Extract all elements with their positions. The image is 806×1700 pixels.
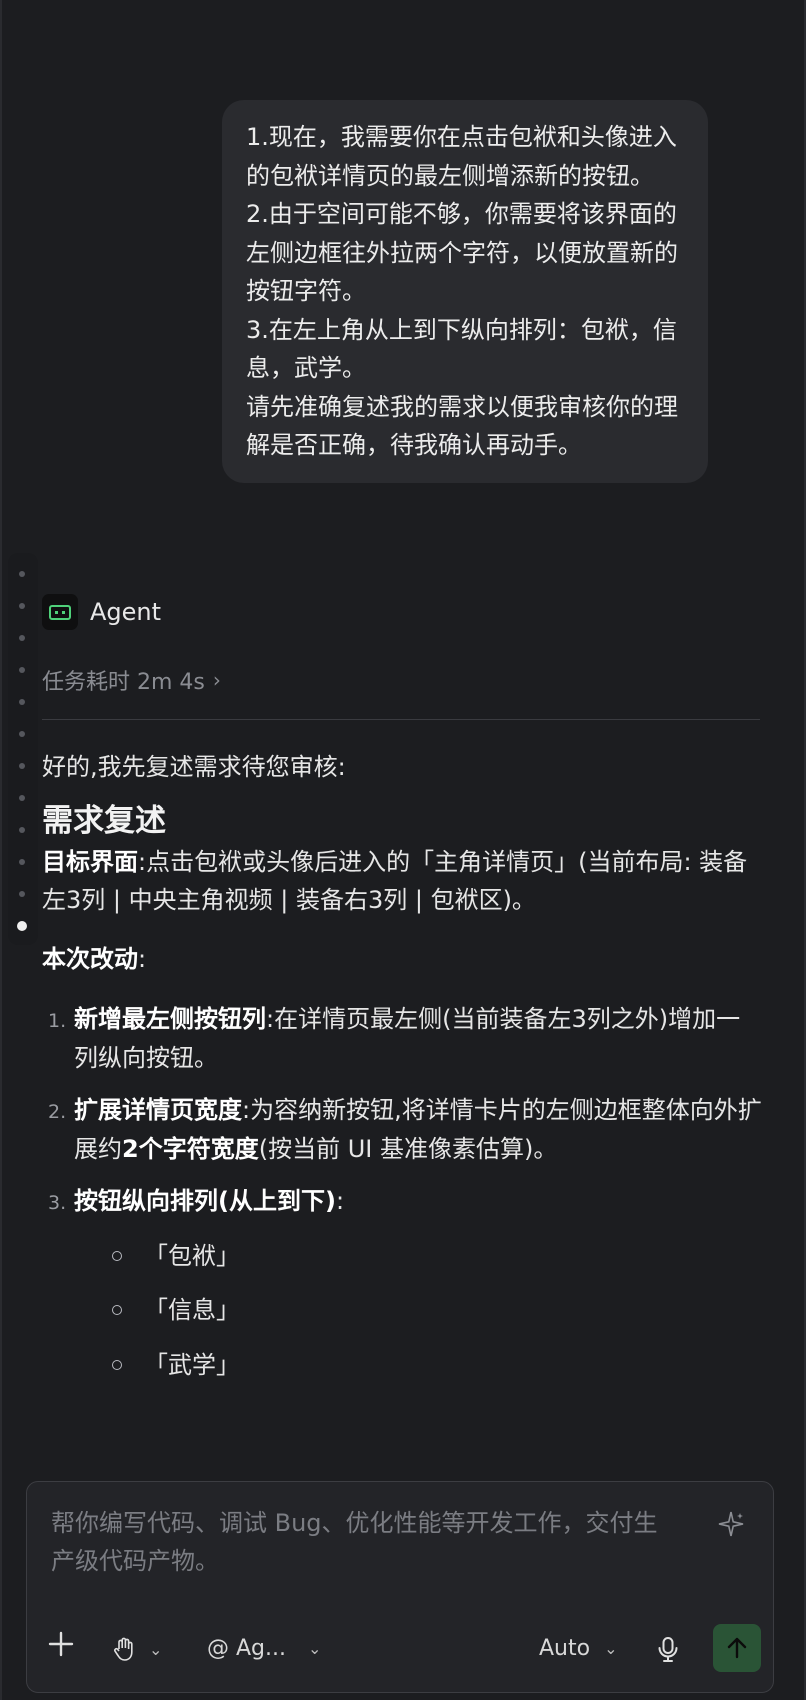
chat-composer[interactable]: 帮你编写代码、调试 Bug、优化性能等开发工作，交付生产级代码产物。 ⌄ @ A…: [26, 1481, 774, 1693]
item-bold: 新增最左侧按钮列: [74, 1005, 266, 1033]
target-text: :点击包袱或头像后进入的「主角详情页」(当前布局: 装备左3列 | 中央主角视频…: [42, 847, 748, 915]
item-text: :: [335, 1187, 345, 1215]
hand-icon: [114, 1637, 133, 1661]
circle-bullet-icon: [112, 1250, 122, 1261]
sub-item-text: 「武学」: [144, 1350, 240, 1379]
changes-list: 1. 新增最左侧按钮列:在详情页最左侧(当前装备左3列之外)增加一列纵向按钮。 …: [42, 1000, 762, 1384]
response-intro: 好的,我先复述需求待您审核:: [42, 753, 346, 781]
agent-response: 好的,我先复述需求待您审核: 需求复述 目标界面:点击包袱或头像后进入的「主角详…: [42, 748, 762, 1400]
user-message-line: 2.由于空间可能不够，你需要将该界面的左侧边框往外拉两个字符，以便放置新的按钮字…: [246, 200, 678, 305]
timeline-dot[interactable]: [19, 699, 25, 705]
timeline-dot[interactable]: [19, 571, 25, 577]
list-number: 3.: [48, 1192, 67, 1214]
agent-name: Agent: [90, 598, 162, 626]
model-selector[interactable]: Auto ⌄: [539, 1636, 618, 1661]
task-duration-label: 任务耗时 2m 4s: [42, 670, 205, 695]
list-item: 1. 新增最左侧按钮列:在详情页最左侧(当前装备左3列之外)增加一列纵向按钮。: [42, 1000, 762, 1077]
sub-item-text: 「信息」: [144, 1296, 240, 1324]
timeline-dot[interactable]: [19, 891, 25, 897]
voice-input-button[interactable]: [657, 1636, 679, 1664]
sub-list-item: 「信息」: [74, 1291, 762, 1330]
sparkle-icon[interactable]: [717, 1510, 745, 1546]
timeline-dot[interactable]: [19, 763, 25, 769]
add-attachment-button[interactable]: [47, 1630, 75, 1658]
sub-list-item: 「武学」: [74, 1346, 762, 1385]
changes-label: 本次改动: [42, 944, 138, 973]
timeline-dot[interactable]: [19, 635, 25, 641]
agent-selector[interactable]: @ Ag... ⌄: [207, 1636, 321, 1661]
circle-bullet-icon: [112, 1305, 122, 1315]
send-button[interactable]: [713, 1624, 761, 1672]
composer-input[interactable]: 帮你编写代码、调试 Bug、优化性能等开发工作，交付生产级代码产物。: [51, 1504, 671, 1580]
user-message-line: 请先准确复述我的需求以便我审核你的理解是否正确，待我确认再动手。: [246, 392, 678, 460]
timeline-dot[interactable]: [19, 731, 25, 737]
composer-toolbar: ⌄ @ Ag... ⌄ Auto ⌄: [27, 1612, 773, 1692]
sub-item-text: 「包袱」: [144, 1241, 240, 1270]
item-bold: 按钮纵向排列(从上到下): [74, 1187, 336, 1215]
agent-header: Agent: [42, 594, 161, 630]
agent-logo-icon: [42, 594, 78, 630]
plus-icon: [48, 1631, 74, 1657]
chevron-down-icon: ⌄: [149, 1639, 163, 1659]
timeline-dot[interactable]: [19, 859, 25, 865]
item-bold: 2个字符宽度: [122, 1134, 259, 1163]
circle-bullet-icon: [112, 1359, 122, 1370]
changes-title: 本次改动:: [42, 940, 762, 979]
item-text: (按当前 UI 基准像素估算)。: [258, 1134, 558, 1163]
list-number: 1.: [48, 1010, 67, 1032]
microphone-icon: [658, 1637, 678, 1662]
conversation-timeline[interactable]: [8, 553, 38, 945]
timeline-dot-active[interactable]: [17, 921, 27, 931]
chevron-right-icon: ›: [212, 668, 221, 692]
chevron-down-icon: ⌄: [308, 1639, 322, 1658]
user-message-bubble: 1.现在，我需要你在点击包袱和头像进入的包袱详情页的最左侧增添新的按钮。 2.由…: [222, 100, 708, 483]
agent-selector-label: @ Ag...: [207, 1636, 286, 1661]
model-selector-label: Auto: [539, 1636, 591, 1661]
timeline-dot[interactable]: [19, 667, 25, 673]
chevron-down-icon: ⌄: [604, 1639, 618, 1658]
user-message-line: 1.现在，我需要你在点击包袱和头像进入的包袱详情页的最左侧增添新的按钮。: [246, 123, 677, 190]
changes-colon: :: [138, 944, 147, 973]
list-item: 2. 扩展详情页宽度:为容纳新按钮,将详情卡片的左侧边框整体向外扩展约2个字符宽…: [42, 1091, 762, 1168]
timeline-dot[interactable]: [19, 827, 25, 833]
list-item: 3. 按钮纵向排列(从上到下): 「包袱」 「信息」 「武学」: [42, 1182, 762, 1384]
timeline-dot[interactable]: [19, 795, 25, 801]
arrow-up-icon: [727, 1637, 747, 1659]
list-number: 2.: [48, 1101, 67, 1123]
mode-selector-button[interactable]: ⌄: [111, 1636, 162, 1662]
divider: [42, 719, 760, 720]
button-order-list: 「包袱」 「信息」 「武学」: [74, 1237, 762, 1385]
target-label: 目标界面: [42, 847, 138, 876]
response-heading: 需求复述: [42, 802, 166, 839]
task-duration-toggle[interactable]: 任务耗时 2m 4s ›: [42, 664, 221, 696]
user-message-line: 3.在左上角从上到下纵向排列：包袱，信息，武学。: [246, 315, 677, 383]
timeline-dot[interactable]: [19, 603, 25, 609]
target-paragraph: 目标界面:点击包袱或头像后进入的「主角详情页」(当前布局: 装备左3列 | 中央…: [42, 843, 762, 920]
window-border-left: [0, 0, 2, 1700]
sub-list-item: 「包袱」: [74, 1237, 762, 1276]
item-bold: 扩展详情页宽度: [74, 1096, 242, 1124]
